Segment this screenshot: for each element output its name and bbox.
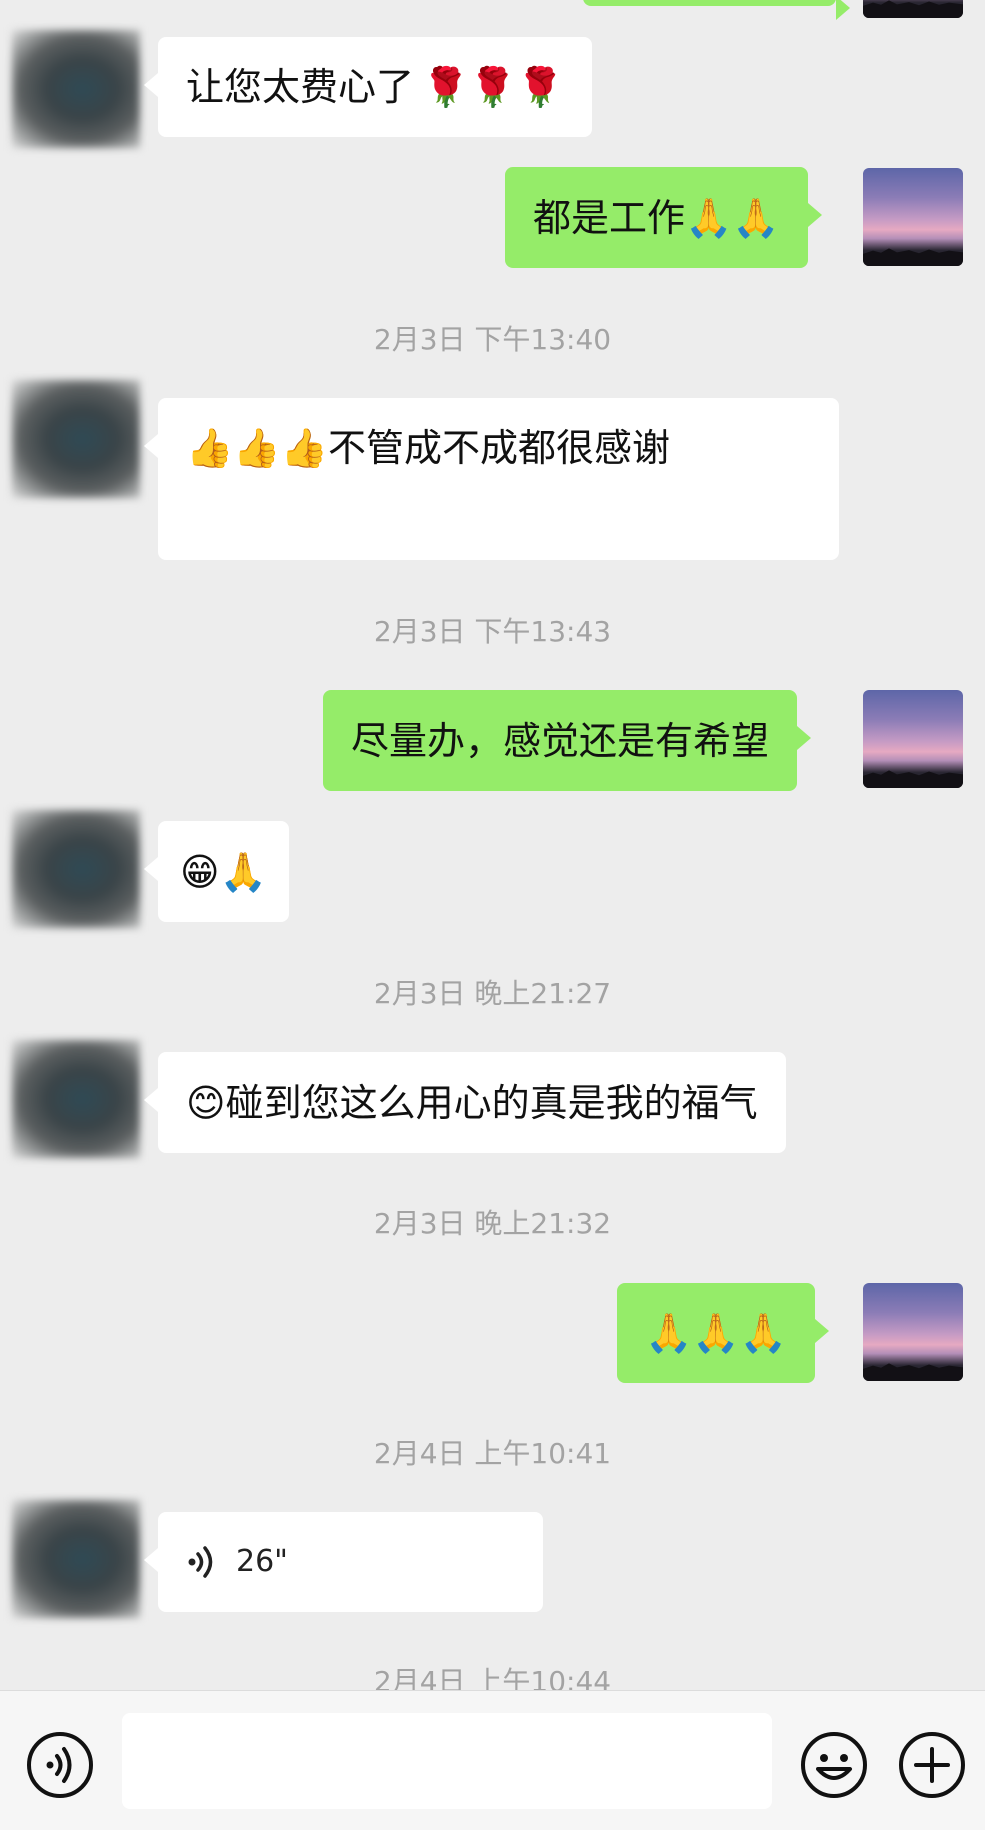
avatar-contact[interactable]: [12, 30, 140, 148]
plus-circle-icon[interactable]: [898, 1731, 966, 1799]
timestamp: 2月3日 晚上21:32: [373, 1207, 612, 1240]
pray-emoji: 🙏🙏: [685, 195, 780, 240]
message-bubble-incoming[interactable]: 😁🙏: [144, 821, 289, 922]
avatar-self[interactable]: [863, 1283, 963, 1381]
message-bubble-outgoing[interactable]: 🙏🙏🙏: [617, 1283, 829, 1383]
voice-mode-icon[interactable]: [26, 1731, 94, 1799]
thumbs-up-emoji: 👍👍👍: [186, 426, 328, 470]
voice-wave-icon: [188, 1546, 213, 1578]
chat-area[interactable]: 让您太费心了 🌹🌹🌹 都是工作 🙏🙏 2月3日 下午13:40 👍👍👍 不管成不…: [0, 0, 985, 1690]
voice-message: 26": [186, 1538, 288, 1586]
voice-duration: 26": [236, 1544, 288, 1579]
avatar-contact[interactable]: [12, 810, 140, 928]
timestamp: 2月3日 下午13:40: [373, 323, 612, 356]
timestamp: 2月3日 下午13:43: [373, 615, 612, 648]
message-bubble-outgoing[interactable]: 尽量办，感觉还是有希望: [323, 690, 812, 791]
message-bubble-outgoing[interactable]: 都是工作 🙏🙏: [505, 167, 822, 268]
avatar-contact[interactable]: [12, 1040, 140, 1158]
message-text: 都是工作: [533, 195, 686, 240]
timestamp: 2月4日 上午10:41: [373, 1437, 612, 1470]
input-toolbar: [0, 1690, 985, 1830]
message-text: 碰到您这么用心的真是我的福气: [225, 1080, 758, 1125]
message-bubble-outgoing-cropped[interactable]: [583, 0, 850, 20]
message-input[interactable]: [122, 1713, 772, 1809]
pray-emoji: 🙏🙏🙏: [645, 1311, 787, 1355]
timestamp: 2月4日 上午10:44: [373, 1665, 612, 1690]
avatar-self[interactable]: [863, 0, 963, 18]
timestamp: 2月3日 晚上21:27: [373, 977, 612, 1010]
avatar-contact[interactable]: [12, 1500, 140, 1618]
message-bubble-incoming[interactable]: 👍👍👍 不管成不成都很感谢: [144, 398, 839, 560]
emoji-face-icon[interactable]: [800, 1731, 868, 1799]
message-text: 尽量办，感觉还是有希望: [351, 718, 770, 763]
message-bubble-incoming[interactable]: 😊 碰到您这么用心的真是我的福气: [144, 1052, 786, 1153]
message-text: 不管成不成都很感谢: [327, 426, 670, 470]
smile-emoji: 😊: [186, 1080, 226, 1125]
avatar-contact[interactable]: [12, 380, 140, 498]
avatar-self[interactable]: [863, 168, 963, 266]
voice-message-bubble[interactable]: 26": [144, 1512, 543, 1612]
message-bubble-incoming[interactable]: 让您太费心了 🌹🌹🌹: [144, 37, 592, 137]
avatar-self[interactable]: [863, 690, 963, 788]
message-text: 让您太费心了: [186, 65, 415, 109]
rose-emoji: 🌹🌹🌹: [422, 65, 564, 109]
grin-pray-emoji: 😁🙏: [180, 849, 267, 894]
